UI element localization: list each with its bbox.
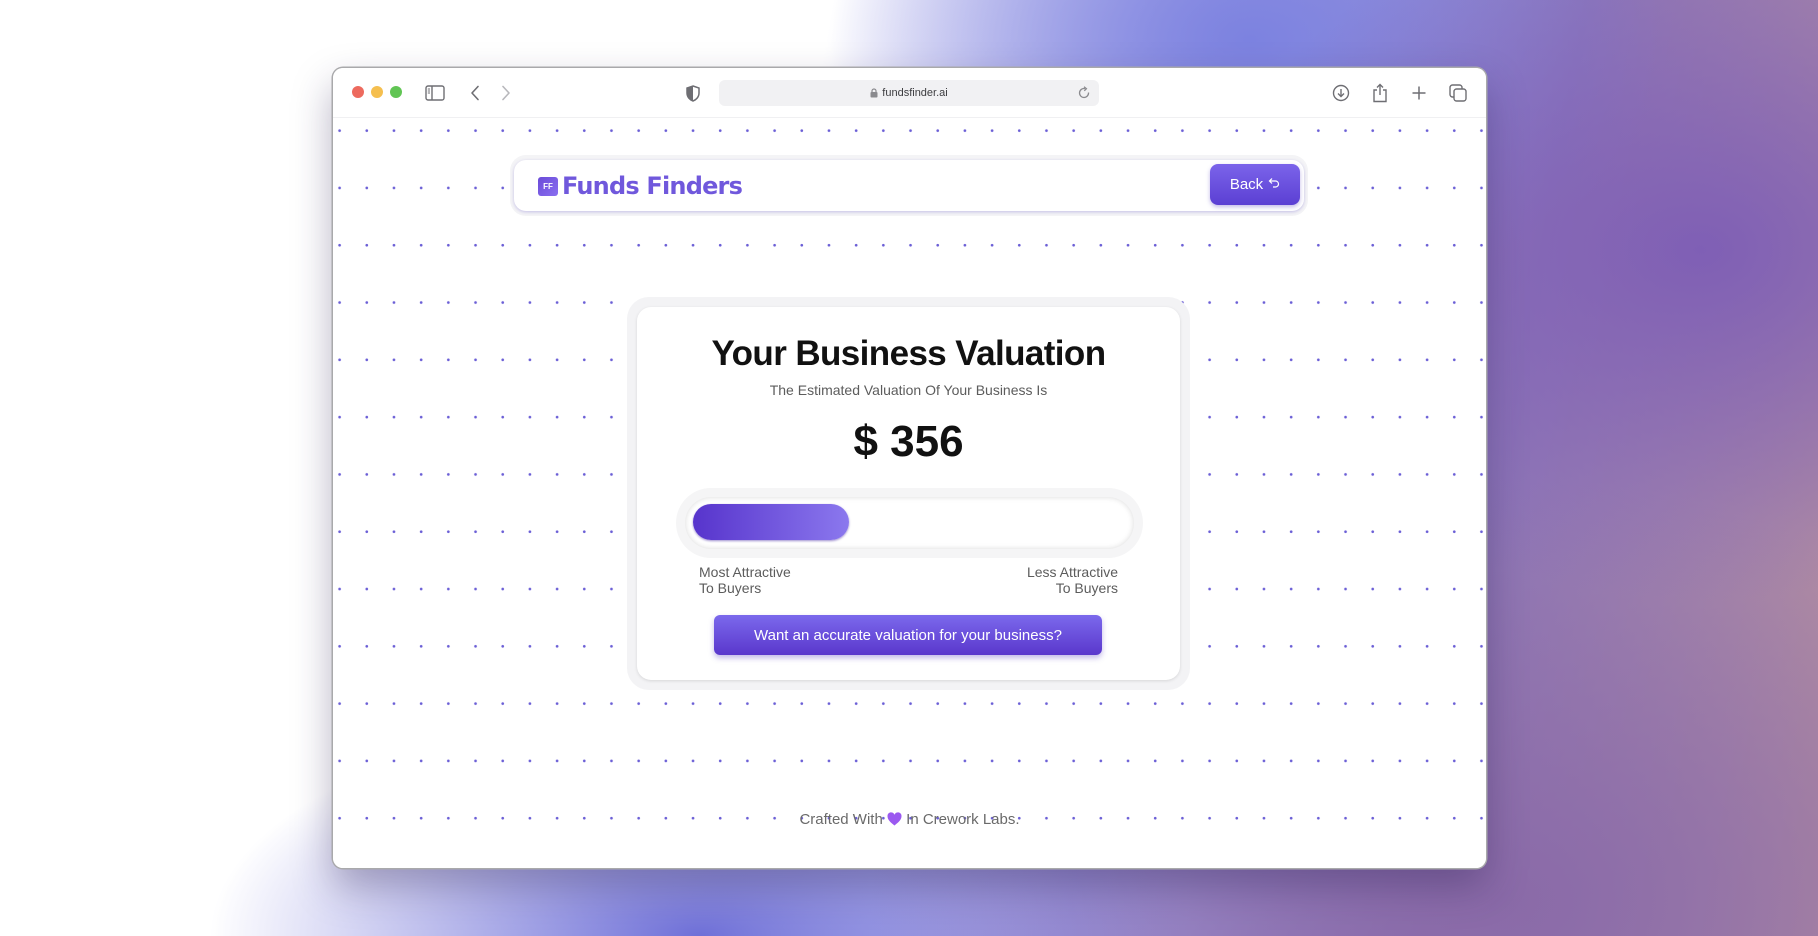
valuation-card: Your Business Valuation The Estimated Va… [627, 297, 1190, 690]
logo-text: Funds Finders [562, 172, 743, 200]
card-title: Your Business Valuation [711, 334, 1107, 373]
attractiveness-fill [693, 504, 849, 540]
shield-icon[interactable] [680, 80, 706, 106]
url-text: fundsfinder.ai [882, 87, 948, 99]
reload-icon[interactable] [1078, 86, 1091, 103]
back-arrow-icon[interactable] [462, 80, 488, 106]
browser-window: fundsfinder.ai FF Funds Finders Back You… [333, 68, 1486, 868]
footer-suffix: In Crework Labs. [906, 811, 1020, 828]
header-bar: FF Funds Finders Back [514, 160, 1304, 211]
address-bar[interactable]: fundsfinder.ai [719, 80, 1099, 106]
browser-toolbar: fundsfinder.ai [333, 68, 1486, 118]
logo-mark-icon: FF [538, 176, 558, 196]
maximize-window-button[interactable] [390, 86, 402, 98]
forward-arrow-icon[interactable] [493, 80, 519, 106]
scale-right-line2: To Buyers [1055, 580, 1118, 596]
back-button[interactable]: Back [1210, 164, 1300, 205]
accurate-valuation-button[interactable]: Want an accurate valuation for your busi… [714, 615, 1102, 655]
card-subtitle: The Estimated Valuation Of Your Business… [769, 382, 1048, 398]
attractiveness-meter [676, 488, 1143, 558]
close-window-button[interactable] [352, 86, 364, 98]
site-header: FF Funds Finders Back [510, 155, 1308, 216]
scale-left-line1: Most Attractive [699, 564, 791, 580]
download-icon[interactable] [1328, 80, 1354, 106]
undo-arrow-icon [1268, 176, 1280, 193]
attractiveness-track [685, 497, 1134, 549]
sidebar-icon[interactable] [422, 80, 448, 106]
back-button-label: Back [1229, 176, 1264, 193]
scale-right-line1: Less Attractive [1026, 564, 1118, 580]
scale-left-line2: To Buyers [699, 580, 762, 596]
scale-label-most-attractive: Most Attractive To Buyers [699, 564, 791, 596]
valuation-amount: $ 356 [853, 417, 964, 466]
logo[interactable]: FF Funds Finders [538, 172, 743, 200]
page-content: FF Funds Finders Back Your Business Valu… [333, 118, 1486, 868]
lock-icon [870, 88, 878, 98]
scale-label-less-attractive: Less Attractive To Buyers [1027, 564, 1118, 596]
valuation-card-body: Your Business Valuation The Estimated Va… [637, 307, 1180, 680]
purple-heart-icon [887, 812, 902, 830]
footer-prefix: Crafted With [799, 811, 883, 828]
share-icon[interactable] [1367, 80, 1393, 106]
footer: Crafted With In Crework Labs. [333, 811, 1486, 830]
tab-overview-icon[interactable] [1445, 80, 1471, 106]
new-tab-icon[interactable] [1406, 80, 1432, 106]
minimize-window-button[interactable] [371, 86, 383, 98]
